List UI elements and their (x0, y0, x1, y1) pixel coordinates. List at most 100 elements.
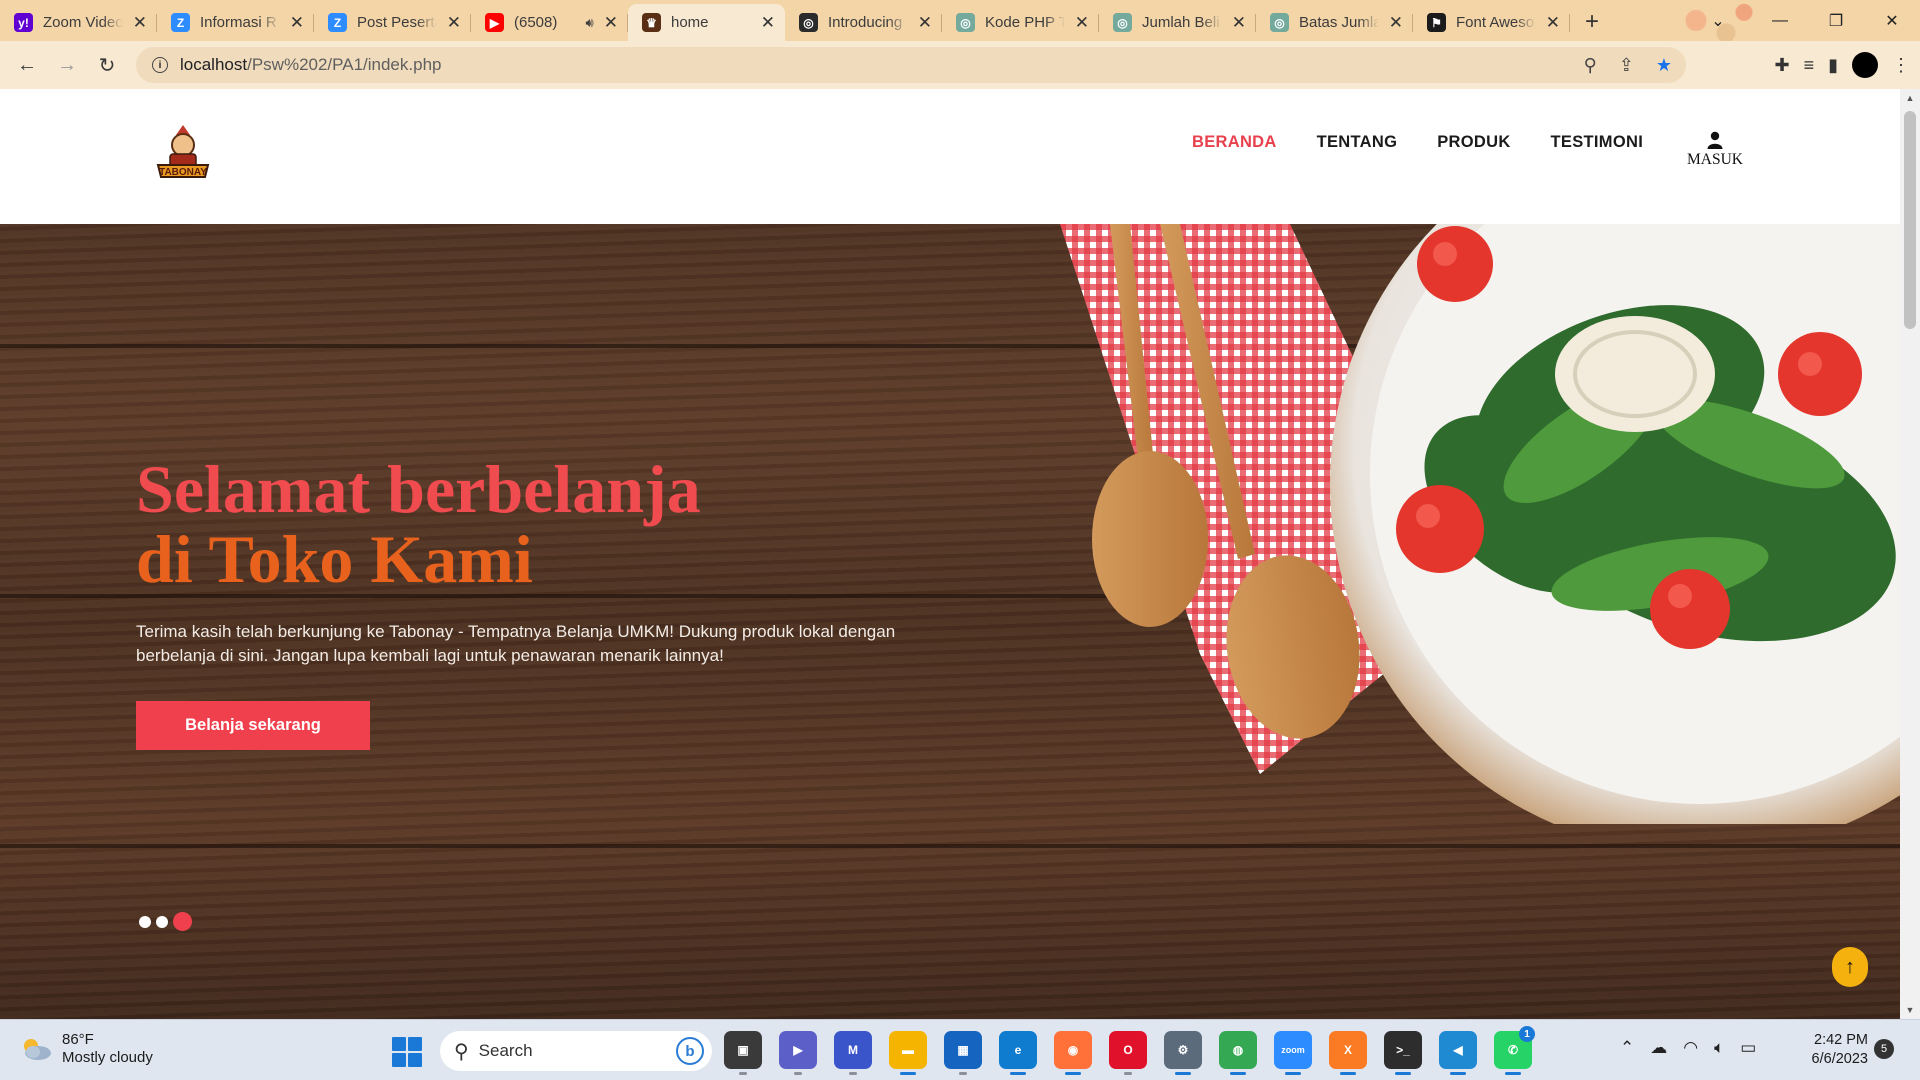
editor-icon[interactable]: M (834, 1031, 872, 1075)
chevron-up-icon[interactable]: ⌃ (1620, 1038, 1634, 1058)
tab-close-icon[interactable]: ✕ (447, 13, 461, 33)
start-button[interactable] (392, 1037, 422, 1067)
tab-close-icon[interactable]: ✕ (1232, 13, 1246, 33)
opera-icon[interactable]: O (1109, 1031, 1147, 1075)
browser-tab[interactable]: ▶ (6508) 🔊︎ ✕ (471, 4, 628, 41)
back-icon[interactable]: ← (7, 45, 47, 85)
terminal-icon[interactable]: >_ (1384, 1031, 1422, 1075)
tab-close-icon[interactable]: ✕ (604, 13, 618, 33)
scrollbar-thumb[interactable] (1904, 111, 1916, 329)
tab-title: Zoom Video (43, 14, 123, 31)
nav-tentang[interactable]: TENTANG (1317, 133, 1398, 152)
nav-beranda[interactable]: BERANDA (1192, 133, 1277, 152)
tab-close-icon[interactable]: ✕ (918, 13, 932, 33)
tab-close-icon[interactable]: ✕ (1389, 13, 1403, 33)
page-scrollbar[interactable]: ▲ ▼ (1900, 89, 1920, 1019)
tab-search-icon[interactable]: ⌄ (1690, 0, 1746, 41)
task-view-icon[interactable]: ▣ (724, 1031, 762, 1075)
minimize-icon[interactable]: — (1752, 0, 1808, 41)
scroll-to-top-button[interactable]: ↑ (1832, 947, 1868, 987)
address-bar[interactable]: i localhost/Psw%202/PA1/indek.php ⚲ ⇪ ★ (136, 47, 1686, 83)
nav-testimoni[interactable]: TESTIMONI (1551, 133, 1644, 152)
reload-icon[interactable]: ↻ (87, 45, 127, 85)
tab-close-icon[interactable]: ✕ (1546, 13, 1560, 33)
tab-close-icon[interactable]: ✕ (761, 13, 775, 33)
bing-icon[interactable]: b (676, 1037, 704, 1065)
tab-title: Post Peserta (357, 14, 437, 31)
login-link[interactable]: MASUK (1685, 131, 1745, 169)
tab-title: Informasi R (200, 14, 277, 31)
zoom-magnifier-icon[interactable]: ⚲ (1584, 55, 1597, 76)
zoom-icon: Z (171, 13, 190, 32)
browser-tab[interactable]: ⚑ Font Aweso ✕ (1413, 4, 1570, 41)
close-window-icon[interactable]: ✕ (1864, 0, 1920, 41)
new-tab-icon[interactable]: + (1574, 4, 1610, 40)
side-panel-icon[interactable]: ▮ (1828, 55, 1838, 76)
site-info-icon[interactable]: i (152, 57, 168, 73)
browser-tab[interactable]: y! Zoom Video ✕ (0, 4, 157, 41)
hero-banner: Selamat berbelanja di Toko Kami Terima k… (0, 224, 1900, 1019)
weather-widget[interactable]: 86°F Mostly cloudy (20, 1031, 153, 1067)
youtube-icon: ▶ (485, 13, 504, 32)
carousel-dot-3[interactable] (173, 912, 192, 931)
extensions-puzzle-icon[interactable]: ✚ (1774, 55, 1789, 76)
browser-tab[interactable]: Z Informasi R ✕ (157, 4, 314, 41)
teams-icon[interactable]: ▶ (779, 1031, 817, 1075)
taskbar-search[interactable]: ⚲ Search b (440, 1031, 712, 1071)
menu-kebab-icon[interactable]: ⋮ (1892, 55, 1910, 76)
shop-now-button[interactable]: Belanja sekarang (136, 701, 370, 750)
notification-badge[interactable]: 5 (1874, 1039, 1894, 1059)
tabonay-logo[interactable]: TABONAY (150, 121, 216, 187)
volume-icon[interactable]: 🔈︎ (1714, 1038, 1724, 1058)
vscode-icon[interactable]: ◀ (1439, 1031, 1477, 1075)
login-label: MASUK (1687, 151, 1743, 168)
search-icon: ⚲ (454, 1040, 469, 1063)
forward-icon[interactable]: → (47, 45, 87, 85)
url-host: localhost (180, 55, 248, 74)
chrome-icon[interactable]: ◍ (1219, 1031, 1257, 1075)
network-globe-icon[interactable]: ☁ (1650, 1038, 1667, 1058)
bookmark-star-icon[interactable]: ★ (1656, 55, 1672, 76)
file-explorer-icon[interactable]: ▬ (889, 1031, 927, 1075)
media-controls-icon[interactable]: ≡ (1804, 55, 1815, 76)
settings-icon[interactable]: ⚙ (1164, 1031, 1202, 1075)
browser-tab[interactable]: ◎ Jumlah Beli ✕ (1099, 4, 1256, 41)
store-icon[interactable]: ▦ (944, 1031, 982, 1075)
site-header: TABONAY BERANDA TENTANG PRODUK TESTIMONI MA… (0, 89, 1900, 224)
battery-icon[interactable]: ▭ (1740, 1038, 1756, 1058)
edge-icon[interactable]: e (999, 1031, 1037, 1075)
scroll-up-arrow-icon[interactable]: ▲ (1900, 93, 1920, 103)
tab-audio-icon[interactable]: 🔊︎ (586, 15, 594, 31)
wifi-icon[interactable]: ◠ (1683, 1038, 1698, 1058)
pinned-apps: ▣ ▶ M ▬ ▦ e ◉ O ⚙ ◍ zoom X >_ ◀ ✆ 1 (724, 1026, 1535, 1075)
clock[interactable]: 2:42 PM 6/6/2023 (1800, 1031, 1868, 1069)
fontawesome-icon: ⚑ (1427, 13, 1446, 32)
windows-taskbar: 86°F Mostly cloudy ⚲ Search b ▣ ▶ M ▬ ▦ e ◉ O ⚙ ◍… (0, 1019, 1920, 1080)
share-icon[interactable]: ⇪ (1619, 55, 1634, 76)
carousel-dot-2[interactable] (156, 915, 168, 928)
zoom-icon: Z (328, 13, 347, 32)
carousel-dot-1[interactable] (139, 915, 151, 928)
tabonay-icon: ♛ (642, 13, 661, 32)
profile-avatar[interactable] (1852, 52, 1878, 78)
app-badge: 1 (1519, 1026, 1535, 1042)
browser-tab[interactable]: ◎ Kode PHP T ✕ (942, 4, 1099, 41)
nav-produk[interactable]: PRODUK (1437, 133, 1510, 152)
chatgpt-icon: ◎ (956, 13, 975, 32)
xampp-icon[interactable]: X (1329, 1031, 1367, 1075)
yahoo-icon: y! (14, 13, 33, 32)
browser-tab[interactable]: ◎ Introducing ✕ (785, 4, 942, 41)
tab-strip: y! Zoom Video ✕ Z Informasi R ✕ Z Post Peserta ✕… (0, 0, 1920, 41)
browser-tab[interactable]: ◎ Batas Jumla ✕ (1256, 4, 1413, 41)
browser-toolbar: ← → ↻ i localhost/Psw%202/PA1/indek.php … (0, 41, 1920, 89)
browser-tab[interactable]: ♛ home ✕ (628, 4, 785, 41)
restore-icon[interactable]: ❐ (1808, 0, 1864, 41)
scroll-down-arrow-icon[interactable]: ▼ (1900, 1005, 1920, 1015)
whatsapp-icon[interactable]: ✆ 1 (1494, 1026, 1535, 1075)
tab-close-icon[interactable]: ✕ (1075, 13, 1089, 33)
tab-close-icon[interactable]: ✕ (290, 13, 304, 33)
tab-close-icon[interactable]: ✕ (133, 13, 147, 33)
firefox-icon[interactable]: ◉ (1054, 1031, 1092, 1075)
browser-tab[interactable]: Z Post Peserta ✕ (314, 4, 471, 41)
zoom-app-icon[interactable]: zoom (1274, 1031, 1312, 1075)
